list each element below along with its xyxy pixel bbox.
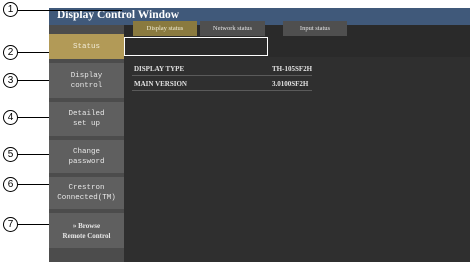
callout-number: 5 bbox=[7, 149, 14, 160]
callout-number: 2 bbox=[7, 47, 14, 58]
callout-marker: 6 bbox=[3, 177, 18, 192]
sidebar-item-label: Display control bbox=[70, 71, 103, 90]
callout-leader-line bbox=[18, 52, 49, 53]
sidebar-item-label: Status bbox=[72, 42, 100, 51]
sidebar-item-crestron-connected[interactable]: Crestron Connected(TM) bbox=[49, 177, 124, 209]
callout-leader-line bbox=[18, 184, 49, 185]
callout-marker: 5 bbox=[3, 147, 18, 162]
callout-number: 7 bbox=[7, 219, 14, 230]
sidebar-item-change-password[interactable]: Change password bbox=[49, 140, 124, 173]
callout-marker: 1 bbox=[3, 2, 18, 17]
callout-marker: 2 bbox=[3, 45, 18, 60]
callout-leader-line bbox=[18, 224, 49, 225]
status-label-main-version: MAIN VERSION bbox=[134, 80, 187, 88]
sidebar-item-status[interactable]: Status bbox=[49, 34, 124, 59]
callout-leader-line bbox=[18, 80, 49, 81]
callout-number: 6 bbox=[7, 179, 14, 190]
row-divider bbox=[132, 75, 312, 76]
sidebar-item-label: Crestron Connected(TM) bbox=[57, 184, 116, 202]
sidebar-item-detailed-set-up[interactable]: Detailed set up bbox=[49, 102, 124, 136]
tab-network-status[interactable]: Network status bbox=[200, 21, 265, 36]
display-control-window: Display Control Window Status Display co… bbox=[49, 8, 470, 262]
callout-marker: 4 bbox=[3, 110, 18, 125]
tab-input-status[interactable]: Input status bbox=[283, 21, 347, 36]
tab-label: Display status bbox=[146, 25, 184, 32]
tab-group-highlight bbox=[124, 37, 268, 56]
sidebar-item-label: Change password bbox=[68, 147, 105, 166]
sidebar-item-label: Detailed set up bbox=[68, 110, 105, 128]
tab-label: Input status bbox=[299, 25, 331, 32]
sidebar-item-label: » Browse Remote Control bbox=[62, 221, 111, 240]
sidebar-item-display-control[interactable]: Display control bbox=[49, 63, 124, 98]
sidebar-item-browse-remote-control[interactable]: » Browse Remote Control bbox=[49, 213, 124, 248]
tab-label: Network status bbox=[212, 25, 253, 32]
callout-number: 3 bbox=[7, 75, 14, 86]
row-divider bbox=[132, 90, 312, 91]
status-value-display-type: TH-105SF2H bbox=[272, 65, 313, 73]
callout-leader-line bbox=[18, 117, 49, 118]
callout-leader-line bbox=[18, 10, 122, 11]
callout-marker: 3 bbox=[3, 73, 18, 88]
callout-number: 1 bbox=[7, 4, 14, 15]
callout-leader-line bbox=[18, 154, 49, 155]
status-label-display-type: DISPLAY TYPE bbox=[134, 65, 185, 73]
callout-marker: 7 bbox=[3, 217, 18, 232]
callout-number: 4 bbox=[7, 112, 14, 123]
status-value-main-version: 3.0100SF2H bbox=[272, 80, 309, 88]
sidebar: Status Display control Detailed set up C… bbox=[49, 25, 124, 262]
tab-display-status[interactable]: Display status bbox=[133, 21, 197, 36]
